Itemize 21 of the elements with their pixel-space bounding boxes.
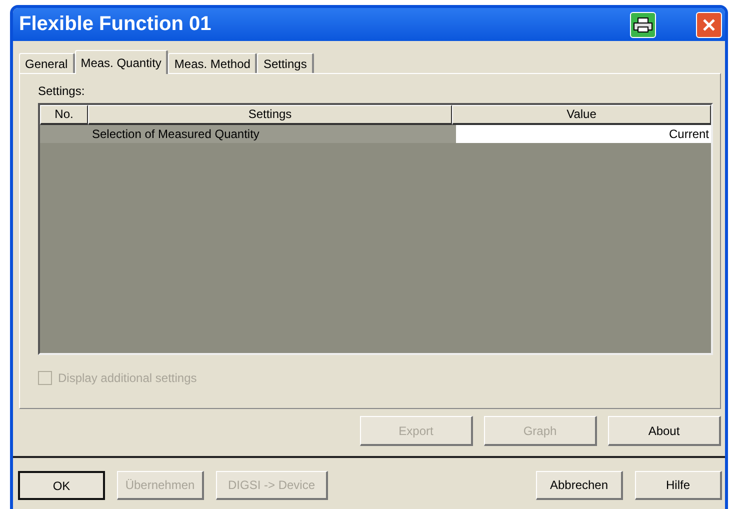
table-cell: Current	[456, 125, 711, 143]
settings-label: Settings:	[38, 84, 86, 98]
close-icon	[702, 18, 716, 32]
tab[interactable]: Settings	[257, 53, 314, 73]
column-header[interactable]: Value	[452, 105, 711, 125]
column-header[interactable]: No.	[40, 105, 88, 125]
print-button[interactable]	[630, 12, 656, 38]
close-button[interactable]	[696, 12, 722, 38]
table-cell: Selection of Measured Quantity	[90, 125, 456, 143]
checkbox-label: Display additional settings	[58, 371, 197, 385]
dialog-button[interactable]: Hilfe	[635, 471, 722, 500]
dialog-button[interactable]: OK	[18, 471, 105, 500]
table-cell	[40, 125, 90, 143]
tab[interactable]: Meas. Quantity	[74, 50, 168, 74]
dialog-button[interactable]: Abbrechen	[536, 471, 623, 500]
printer-icon	[633, 16, 653, 32]
column-header[interactable]: Settings	[88, 105, 452, 125]
tab[interactable]: Meas. Method	[168, 53, 258, 73]
window-title: Flexible Function 01	[19, 13, 212, 36]
dialog-button[interactable]: About	[608, 416, 721, 446]
tab[interactable]: General	[19, 53, 75, 73]
